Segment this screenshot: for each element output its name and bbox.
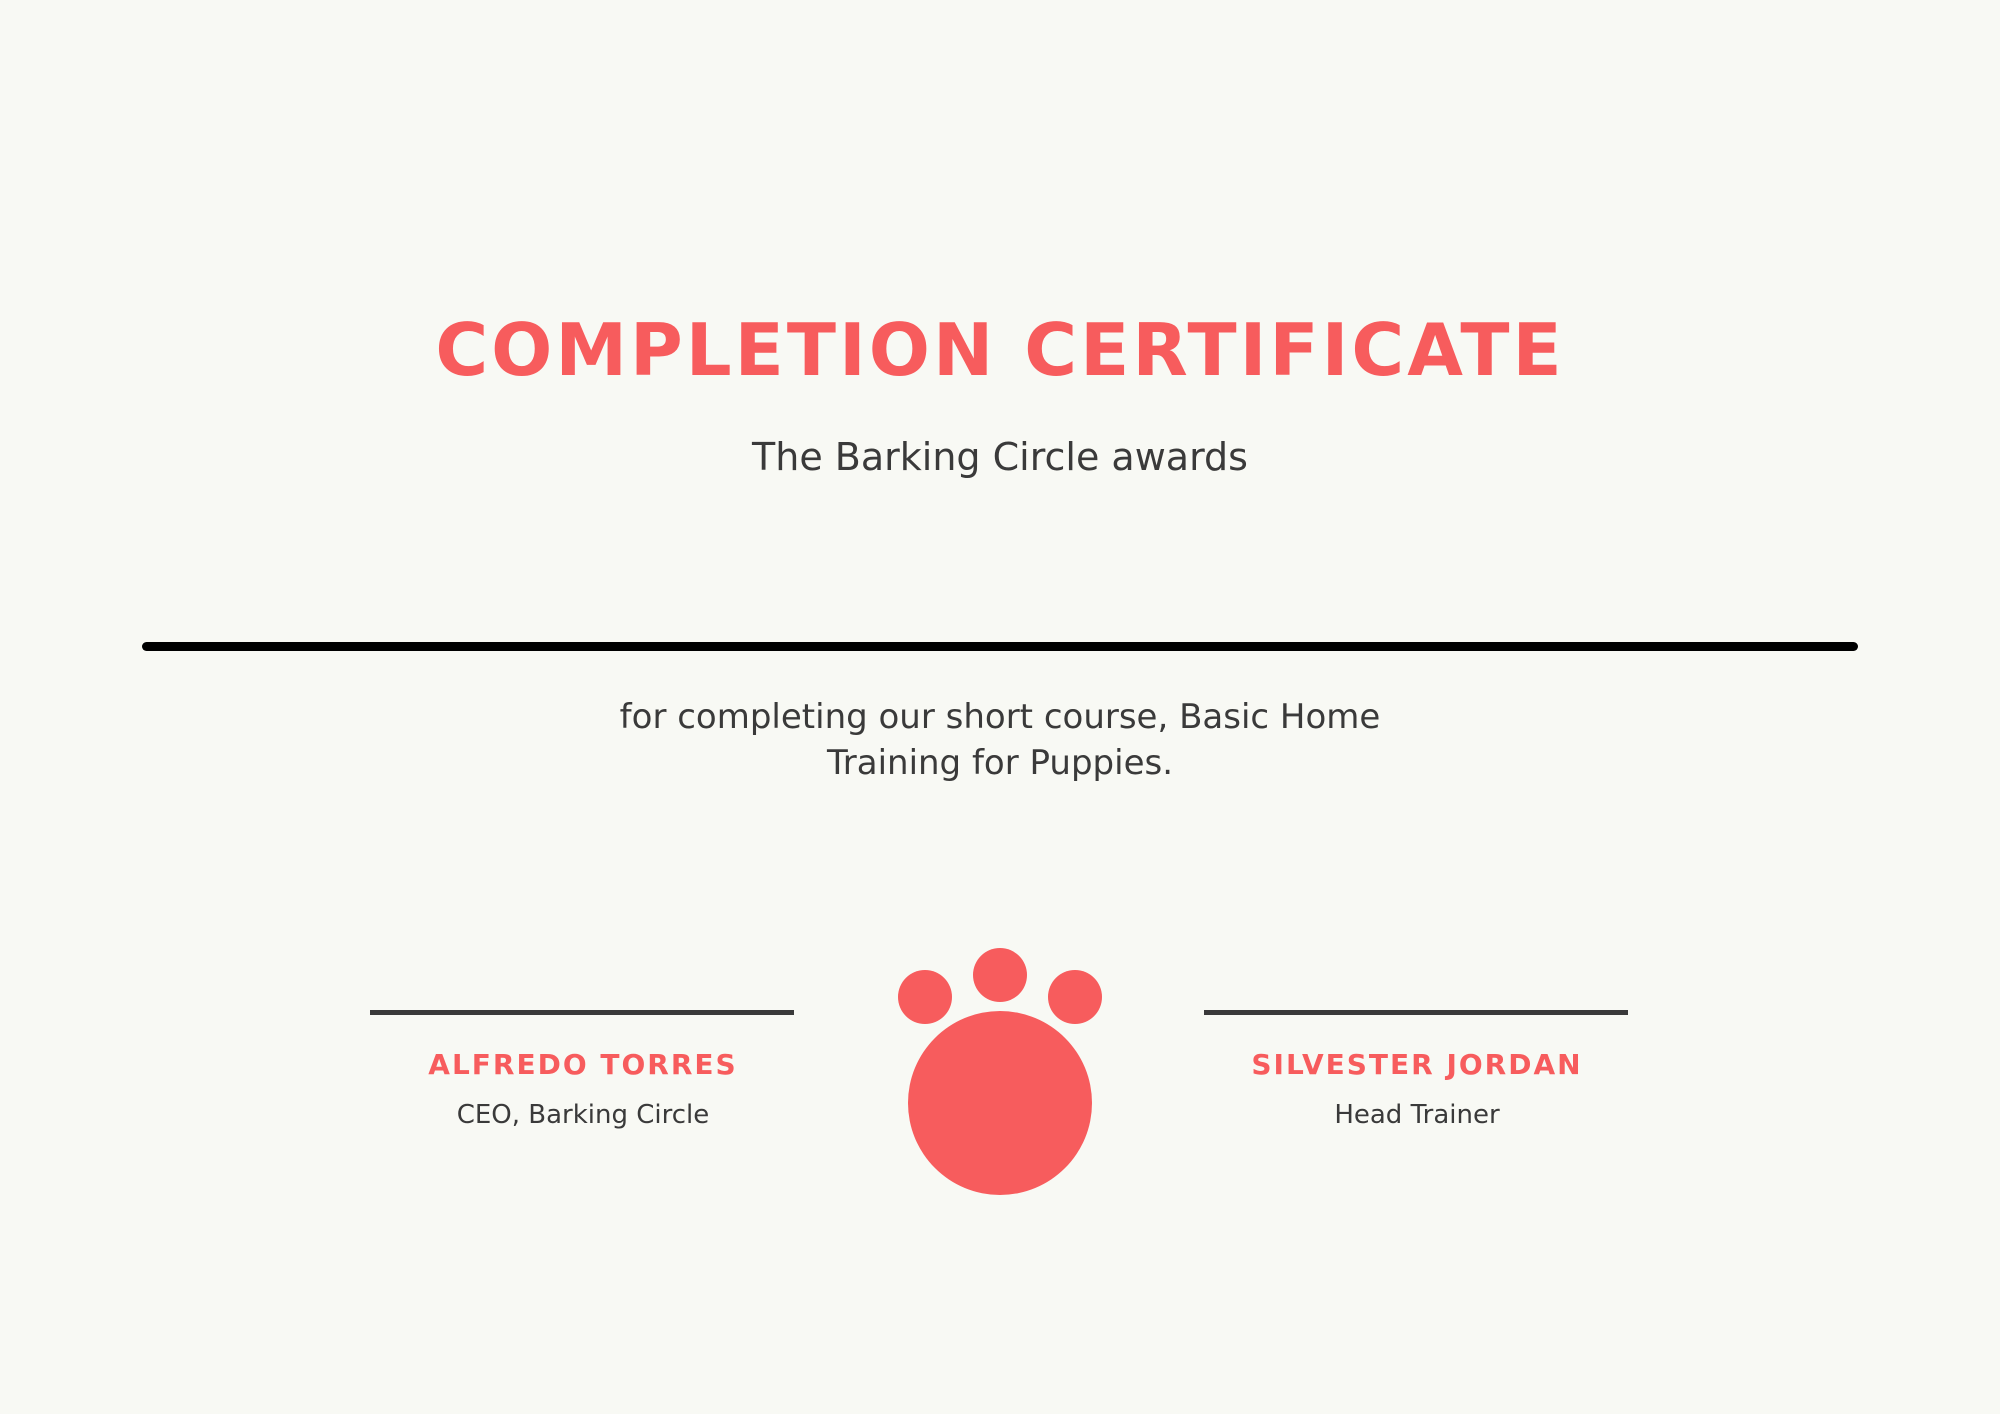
paw-toe-left (898, 970, 952, 1024)
certificate-title: COMPLETION CERTIFICATE (435, 308, 1565, 392)
certificate-subtitle: The Barking Circle awards (752, 435, 1248, 479)
paw-pad (908, 1011, 1092, 1195)
recipient-name-line (142, 642, 1858, 651)
signatory-role-right: Head Trainer (1334, 1100, 1500, 1130)
signatory-name-right: SILVESTER JORDAN (1251, 1048, 1583, 1081)
paw-toe-right (1048, 970, 1102, 1024)
paw-print-icon (898, 948, 1102, 1195)
completion-reason: for completing our short course, Basic H… (500, 694, 1500, 786)
completion-reason-line-2: Training for Puppies. (826, 743, 1174, 783)
completion-reason-line-1: for completing our short course, Basic H… (619, 697, 1381, 737)
signature-line-left (370, 1010, 794, 1015)
signatory-name-left: ALFREDO TORRES (428, 1048, 738, 1081)
signatory-role-left: CEO, Barking Circle (456, 1100, 710, 1130)
paw-toe-center (973, 948, 1027, 1002)
signature-line-right (1204, 1010, 1628, 1015)
